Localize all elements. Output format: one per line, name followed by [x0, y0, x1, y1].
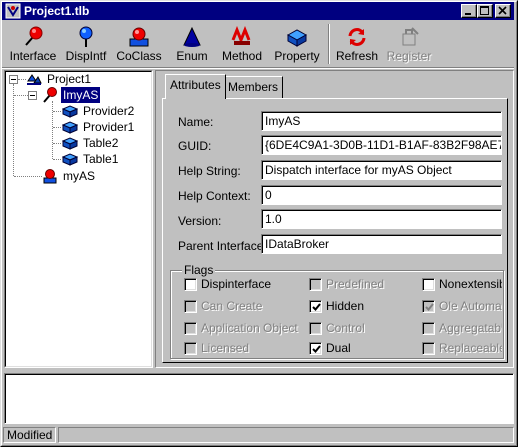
minimize-button[interactable]	[461, 4, 477, 18]
tree-label-coclass: myAS	[63, 169, 96, 183]
coclass-button[interactable]: CoClass	[114, 22, 164, 66]
method-icon	[231, 26, 251, 45]
property-icon	[62, 121, 78, 134]
toolbar-separator	[328, 24, 330, 64]
toolbar-divider	[2, 67, 514, 69]
maximize-icon	[480, 6, 489, 15]
checkmark-icon	[312, 303, 321, 311]
toolbar: Interface DispIntf CoClass Enum Method P…	[2, 22, 514, 68]
messages-pane[interactable]	[4, 373, 514, 424]
property-button[interactable]: Property	[271, 22, 323, 66]
register-button[interactable]: Register	[386, 22, 432, 66]
dispintf-icon	[79, 26, 93, 47]
guid-field[interactable]: {6DE4C9A1-3D0B-11D1-B1AF-83B2F98AE73D}	[261, 135, 502, 155]
interface-button[interactable]: Interface	[8, 22, 58, 66]
collapse-project-toggle[interactable]	[9, 75, 18, 84]
help-context-field[interactable]: 0	[261, 185, 502, 205]
title-bar[interactable]: Project1.tlb	[2, 2, 514, 20]
name-field[interactable]: ImyAS	[261, 111, 502, 131]
close-button[interactable]	[495, 4, 511, 18]
enum-icon	[183, 26, 201, 47]
minimize-icon	[465, 13, 471, 15]
type-library-icon	[5, 3, 21, 19]
property-icon	[286, 29, 308, 47]
tree-label-property: Provider1	[83, 120, 135, 134]
property-icon	[62, 153, 78, 166]
enum-button[interactable]: Enum	[170, 22, 214, 66]
method-button[interactable]: Method	[220, 22, 264, 66]
project-icon	[27, 74, 42, 85]
refresh-icon	[348, 28, 366, 46]
help-string-field[interactable]: Dispatch interface for myAS Object	[261, 160, 502, 180]
tree-label-property: Table2	[83, 136, 119, 150]
interface-icon	[25, 26, 43, 46]
register-icon	[402, 27, 419, 46]
dispintf-button[interactable]: DispIntf	[62, 22, 110, 66]
status-panel	[58, 427, 514, 443]
maximize-button[interactable]	[477, 4, 493, 18]
version-field[interactable]: 1.0	[261, 209, 502, 229]
collapse-interface-toggle[interactable]	[28, 91, 37, 100]
parent-interface-field[interactable]: IDataBroker	[261, 234, 502, 254]
checkmark-icon	[312, 345, 321, 353]
tree-label-property: Table1	[83, 152, 119, 166]
horizontal-splitter[interactable]	[2, 369, 514, 372]
tree-label-property: Provider2	[83, 104, 135, 118]
nonextensible-checkbox[interactable]: Nonextensible	[422, 278, 502, 292]
tree-label-interface: ImyAS	[61, 87, 101, 103]
property-icon	[62, 105, 78, 118]
tab-members[interactable]: Members	[223, 76, 284, 98]
tree-label-project: Project1	[47, 72, 92, 86]
interface-icon	[43, 87, 57, 103]
refresh-button[interactable]: Refresh	[334, 22, 380, 66]
close-icon	[498, 6, 507, 15]
property-icon	[62, 137, 78, 150]
status-panel-modified: Modified	[3, 427, 56, 443]
tab-attributes[interactable]: Attributes	[165, 74, 226, 99]
coclass-icon	[129, 27, 149, 47]
coclass-icon	[43, 169, 57, 184]
window-title: Project1.tlb	[24, 4, 90, 18]
